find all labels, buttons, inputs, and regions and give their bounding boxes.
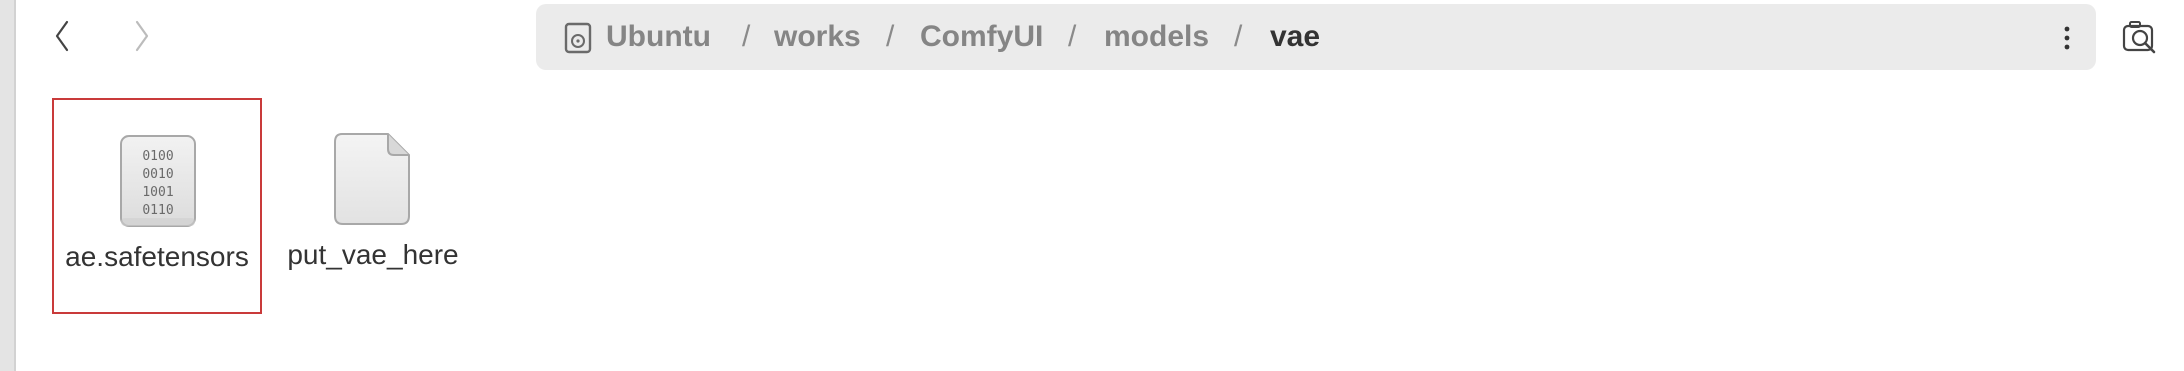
breadcrumb-item-ubuntu[interactable]: Ubuntu	[606, 18, 711, 56]
breadcrumb-item-works[interactable]: works	[774, 18, 861, 56]
svg-text:1001: 1001	[142, 185, 173, 200]
forward-button[interactable]	[118, 12, 166, 60]
breadcrumb-item-models[interactable]: models	[1104, 18, 1209, 56]
breadcrumb-separator: /	[886, 20, 895, 53]
file-name: put_vae_here	[287, 239, 459, 270]
window-left-edge	[0, 0, 16, 371]
svg-text:0010: 0010	[142, 167, 173, 182]
file-item-ae-safetensors[interactable]: 0100 0010 1001 0110 ae.safetensors	[52, 98, 262, 314]
binary-file-icon: 0100 0010 1001 0110	[120, 135, 196, 227]
breadcrumb-item-vae[interactable]: vae	[1270, 18, 1320, 56]
chevron-right-icon	[135, 20, 149, 52]
vertical-ellipsis-icon	[2064, 26, 2070, 50]
path-menu-button[interactable]	[2052, 18, 2082, 58]
breadcrumb-item-comfyui[interactable]: ComfyUI	[920, 18, 1043, 56]
breadcrumb-separator: /	[1068, 20, 1077, 53]
breadcrumb-separator: /	[1234, 20, 1243, 53]
file-name: ae.safetensors	[65, 241, 249, 272]
text-file-icon	[334, 133, 410, 225]
breadcrumb-separator: /	[742, 20, 751, 53]
back-button[interactable]	[38, 12, 86, 60]
svg-text:0110: 0110	[142, 203, 173, 218]
search-button[interactable]	[2118, 16, 2162, 60]
path-bar: Ubuntu / works / ComfyUI / models / vae	[536, 4, 2096, 70]
drive-icon	[564, 22, 592, 54]
file-item-put-vae-here[interactable]: put_vae_here	[268, 98, 478, 314]
search-icon	[2122, 21, 2156, 54]
chevron-left-icon	[55, 20, 69, 52]
svg-text:0100: 0100	[142, 149, 173, 164]
